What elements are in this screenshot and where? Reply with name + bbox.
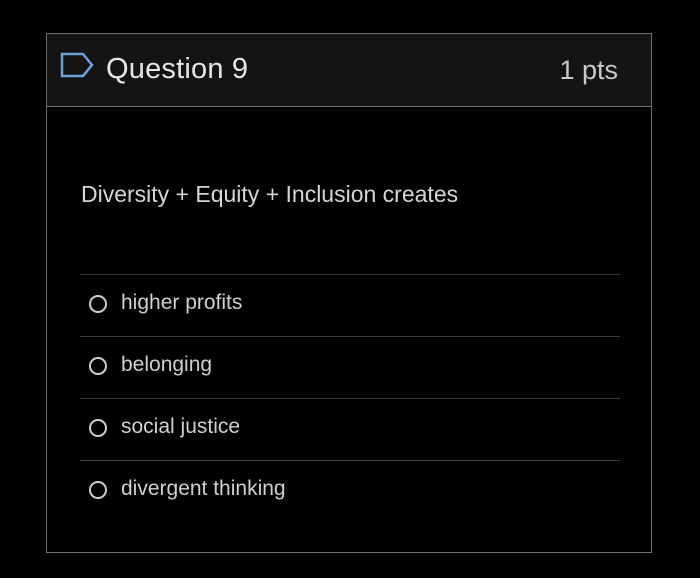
radio-button[interactable]	[89, 419, 107, 437]
answer-list: higher profits belonging social justice …	[80, 274, 620, 522]
flag-question-icon[interactable]	[59, 51, 95, 79]
question-points: 1 pts	[559, 55, 618, 85]
radio-button[interactable]	[89, 357, 107, 375]
answer-label: higher profits	[121, 291, 243, 314]
question-card: Question 9 1 pts Diversity + Equity + In…	[46, 33, 652, 553]
answer-option[interactable]: divergent thinking	[80, 460, 620, 522]
answer-label: social justice	[121, 415, 241, 438]
radio-button[interactable]	[89, 295, 107, 313]
answer-label: belonging	[121, 353, 213, 376]
radio-button[interactable]	[89, 481, 107, 499]
answer-option[interactable]: higher profits	[80, 274, 620, 336]
answer-option[interactable]: social justice	[80, 398, 620, 460]
quiz-page: Question 9 1 pts Diversity + Equity + In…	[0, 0, 700, 578]
answer-label: divergent thinking	[121, 477, 286, 500]
question-text: Diversity + Equity + Inclusion creates	[81, 181, 459, 207]
question-header: Question 9 1 pts	[47, 34, 651, 107]
answer-option[interactable]: belonging	[80, 336, 620, 398]
question-title: Question 9	[106, 53, 249, 85]
